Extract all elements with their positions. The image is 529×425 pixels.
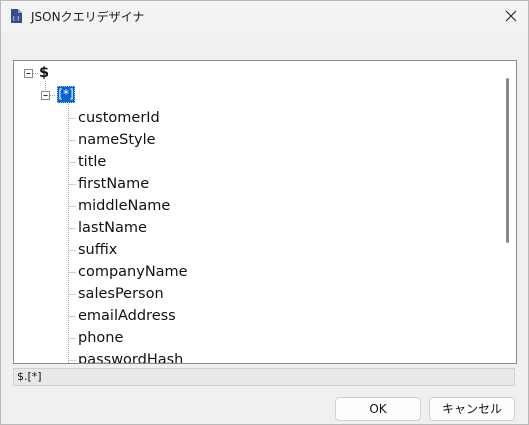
ok-button[interactable]: OK (335, 397, 421, 421)
json-doc-icon: {:} (11, 9, 22, 23)
tree-node-passwordHash[interactable]: passwordHash (78, 351, 183, 363)
tree-node-lastName[interactable]: lastName (78, 219, 147, 237)
tree-node-phone[interactable]: phone (78, 329, 123, 347)
tree-node-array-selected[interactable]: [*] (57, 86, 75, 103)
json-tree-view[interactable]: $ [*] customerId nameStyle title firstNa… (13, 60, 517, 364)
cancel-button[interactable]: キャンセル (429, 397, 515, 421)
json-query-designer-dialog: {:} JSONクエリデザイナ $ [*] customerId nameSty… (0, 0, 529, 425)
tree-node-companyName[interactable]: companyName (78, 263, 188, 281)
close-button[interactable] (494, 1, 528, 31)
title-bar[interactable]: {:} JSONクエリデザイナ (1, 1, 528, 31)
tree-node-salesPerson[interactable]: salesPerson (78, 285, 164, 303)
tree-node-firstName[interactable]: firstName (78, 175, 149, 193)
svg-text:{:}: {:} (12, 16, 20, 22)
tree-node-title[interactable]: title (78, 153, 106, 171)
tree-node-middleName[interactable]: middleName (78, 197, 170, 215)
json-path-display: $.[*] (13, 368, 515, 386)
vertical-scrollbar[interactable] (500, 61, 516, 363)
tree-node-customerId[interactable]: customerId (78, 109, 160, 127)
window-title: JSONクエリデザイナ (31, 10, 145, 24)
tree-node-nameStyle[interactable]: nameStyle (78, 131, 156, 149)
tree-node-emailAddress[interactable]: emailAddress (78, 307, 176, 325)
close-icon (505, 10, 517, 22)
tree-node-root[interactable]: $ (39, 64, 49, 82)
scrollbar-thumb[interactable] (506, 78, 509, 243)
tree-node-suffix[interactable]: suffix (78, 241, 117, 259)
